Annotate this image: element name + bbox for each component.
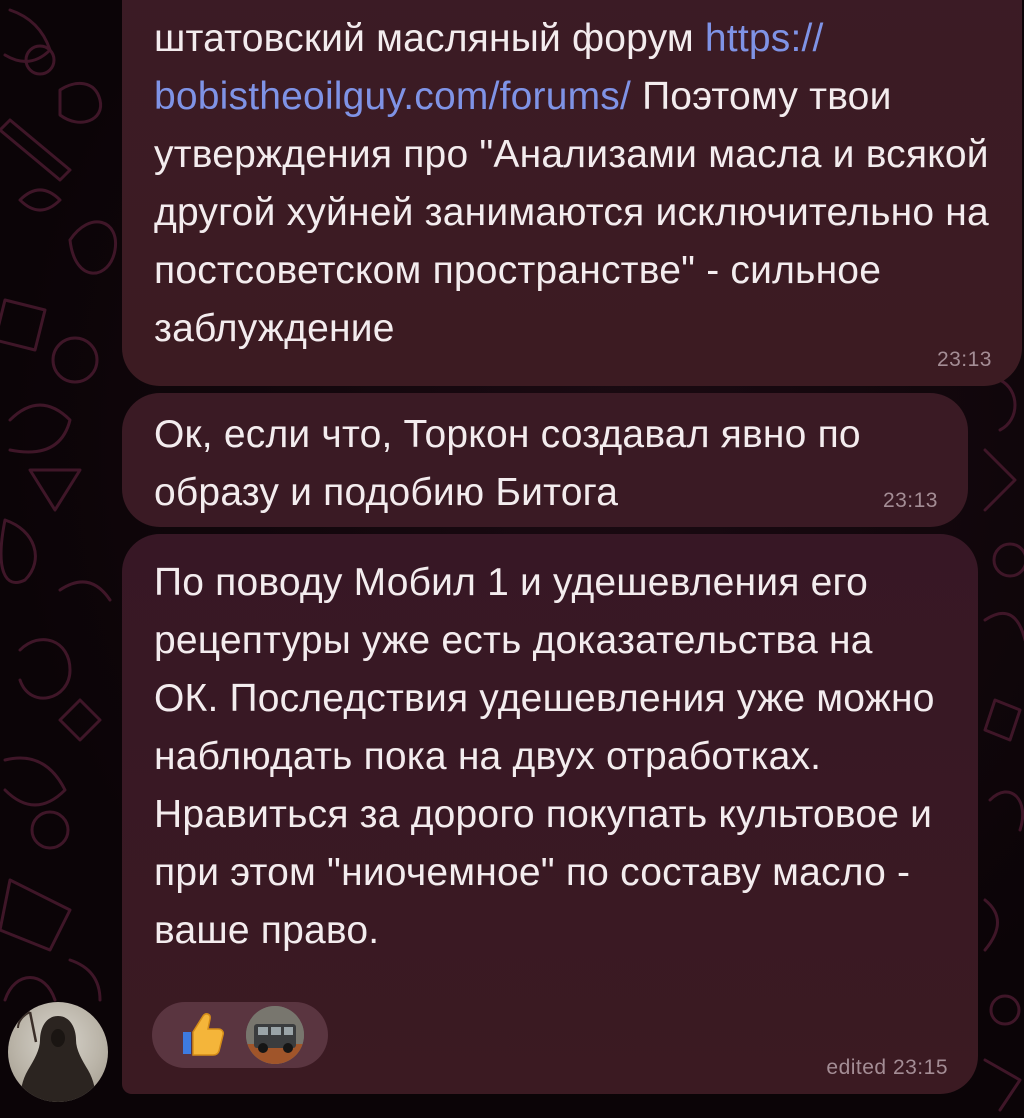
message-time: edited 23:15 (826, 1056, 948, 1079)
message-text: По поводу Мобил 1 и удешевления его реце… (154, 561, 935, 952)
message-bubble[interactable]: штатовский масляный форум https:// bobis… (122, 0, 1022, 386)
message-time: 23:13 (882, 489, 938, 512)
reactor-avatar[interactable] (246, 1006, 304, 1064)
chat-screen: штатовский масляный форум https:// bobis… (0, 0, 1024, 1118)
thumbs-up-icon[interactable] (174, 1007, 230, 1063)
message-time: 23:13 (936, 348, 992, 371)
reactions-bar[interactable] (152, 1002, 328, 1068)
sender-avatar[interactable] (8, 1002, 108, 1102)
message-bubble[interactable]: Ок, если что, Торкон создавал явно по об… (122, 393, 968, 527)
message-text: Ок, если что, Торкон создавал явно по об… (154, 413, 861, 514)
message-text: штатовский масляный форум https:// bobis… (154, 17, 989, 350)
message-bubble[interactable]: По поводу Мобил 1 и удешевления его реце… (122, 534, 978, 1094)
van-photo-icon (246, 1006, 304, 1064)
grim-reaper-avatar-icon (17, 1011, 96, 1102)
